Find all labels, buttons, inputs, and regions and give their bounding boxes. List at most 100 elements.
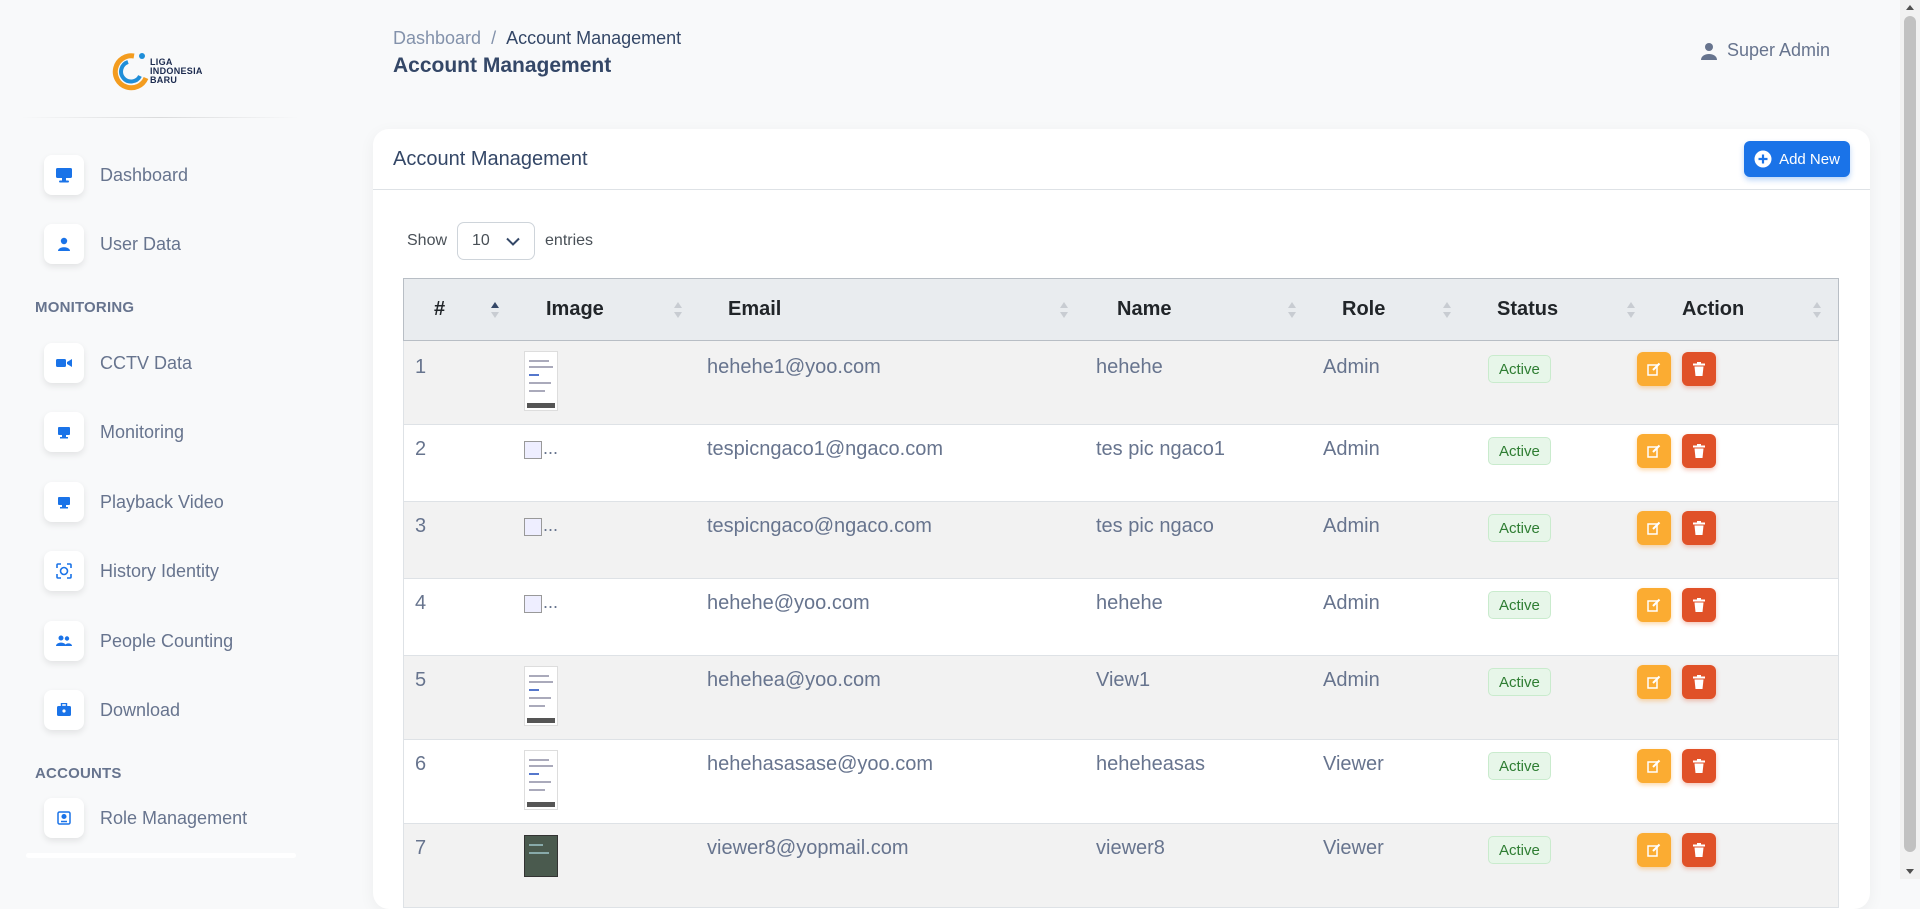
table-header: # Image Email Name Role Status Action (403, 278, 1839, 341)
cell-email: hehehe@yoo.com (707, 592, 870, 614)
accounts-table: # Image Email Name Role Status Action 1 (403, 278, 1839, 908)
sort-icon[interactable] (1626, 299, 1636, 321)
edit-button[interactable] (1637, 749, 1671, 783)
broken-image-icon[interactable]: ... (524, 515, 558, 536)
sort-icon[interactable] (673, 299, 683, 321)
delete-button[interactable] (1682, 511, 1716, 545)
breadcrumb-dashboard-link[interactable]: Dashboard (393, 28, 481, 48)
cell-email: tespicngaco1@ngaco.com (707, 438, 943, 460)
breadcrumb: Dashboard / Account Management (393, 28, 681, 49)
users-icon (44, 621, 84, 661)
add-new-button[interactable]: Add New (1744, 141, 1850, 177)
sidebar-item-history-identity[interactable]: History Identity (44, 550, 219, 592)
edit-icon (1647, 362, 1661, 376)
plus-circle-icon (1754, 150, 1772, 168)
sort-icon[interactable] (1059, 299, 1069, 321)
sidebar-item-label: Download (100, 699, 181, 720)
user-menu[interactable]: Super Admin (1700, 40, 1830, 61)
cell-role: Admin (1323, 515, 1380, 537)
edit-button[interactable] (1637, 511, 1671, 545)
sidebar-item-cctv-data[interactable]: CCTV Data (44, 342, 192, 384)
edit-button[interactable] (1637, 352, 1671, 386)
cell-name: tes pic ngaco (1096, 515, 1214, 537)
delete-button[interactable] (1682, 352, 1716, 386)
column-header-email[interactable]: Email (728, 279, 781, 340)
scroll-up-arrow-icon[interactable] (1906, 5, 1914, 10)
liga-indonesia-baru-logo[interactable]: LIGA INDONESIA BARU (110, 48, 210, 92)
sidebar-item-monitoring[interactable]: Monitoring (44, 411, 184, 453)
edit-button[interactable] (1637, 434, 1671, 468)
column-header-action[interactable]: Action (1682, 279, 1744, 340)
edit-button[interactable] (1637, 588, 1671, 622)
sidebar-item-label: Monitoring (100, 421, 185, 442)
cell-role: Admin (1323, 669, 1380, 691)
entries-length-control: Show 10 entries (407, 222, 593, 260)
broken-image-icon[interactable]: ... (524, 592, 558, 613)
sidebar-item-label: CCTV Data (100, 352, 193, 373)
logo-line3: BARU (150, 75, 178, 85)
entries-select[interactable]: 10 (457, 222, 536, 260)
sidebar-item-label: Dashboard (100, 164, 189, 185)
id-card-icon (44, 798, 84, 838)
column-header-image[interactable]: Image (546, 279, 604, 340)
image-alt-text: ... (543, 515, 559, 535)
sidebar-item-playback-video[interactable]: Playback Video (44, 481, 224, 523)
user-image-thumbnail[interactable] (524, 835, 558, 877)
cell-role: Viewer (1323, 837, 1384, 859)
trash-icon (1693, 759, 1705, 773)
sidebar-scroll-indicator (26, 853, 296, 858)
cell-role: Admin (1323, 356, 1380, 378)
sidebar-item-people-counting[interactable]: People Counting (44, 620, 233, 662)
cell-role: Admin (1323, 592, 1380, 614)
broken-image-icon[interactable]: ... (524, 438, 558, 459)
breadcrumb-separator: / (491, 28, 497, 48)
edit-icon (1647, 759, 1661, 773)
sort-icon[interactable] (1812, 299, 1822, 321)
edit-icon (1647, 675, 1661, 689)
status-badge: Active (1488, 752, 1551, 780)
account-management-card: Account Management Add New Show 10 entri… (373, 129, 1870, 909)
cell-email: hehehea@yoo.com (707, 669, 881, 691)
status-badge: Active (1488, 355, 1551, 383)
cell-email: hehehasasase@yoo.com (707, 753, 933, 775)
column-header-role[interactable]: Role (1342, 279, 1385, 340)
page-scrollbar[interactable] (1900, 0, 1920, 879)
user-icon (1700, 42, 1717, 60)
delete-button[interactable] (1682, 665, 1716, 699)
sidebar: LIGA INDONESIA BARU Dashboard User Data … (0, 0, 370, 879)
column-header-no[interactable]: # (434, 279, 445, 340)
sort-icon[interactable] (1442, 299, 1452, 321)
sidebar-item-user-data[interactable]: User Data (44, 223, 181, 265)
delete-button[interactable] (1682, 588, 1716, 622)
cell-role: Viewer (1323, 753, 1384, 775)
sidebar-item-role-management[interactable]: Role Management (44, 797, 247, 839)
user-image-thumbnail[interactable] (524, 750, 558, 810)
card-divider (373, 189, 1870, 190)
cell-name: View1 (1096, 669, 1151, 691)
user-image-thumbnail[interactable] (524, 666, 558, 726)
sidebar-item-download[interactable]: Download (44, 689, 180, 731)
delete-button[interactable] (1682, 833, 1716, 867)
trash-icon (1693, 362, 1705, 376)
monitor-icon (44, 412, 84, 452)
trash-icon (1693, 444, 1705, 458)
delete-button[interactable] (1682, 434, 1716, 468)
scrollbar-thumb[interactable] (1904, 16, 1916, 852)
sort-ascending-icon[interactable] (490, 299, 500, 321)
edit-button[interactable] (1637, 833, 1671, 867)
cell-name: viewer8 (1096, 837, 1165, 859)
chevron-down-icon (506, 237, 520, 246)
column-header-status[interactable]: Status (1497, 279, 1558, 340)
column-header-name[interactable]: Name (1117, 279, 1171, 340)
entries-label: entries (545, 232, 594, 249)
sort-icon[interactable] (1287, 299, 1297, 321)
user-image-thumbnail[interactable] (524, 351, 558, 411)
sidebar-item-label: Playback Video (100, 491, 224, 512)
scroll-down-arrow-icon[interactable] (1906, 869, 1914, 874)
edit-icon (1647, 521, 1661, 535)
sidebar-item-dashboard[interactable]: Dashboard (44, 154, 188, 196)
delete-button[interactable] (1682, 749, 1716, 783)
cell-no: 5 (415, 669, 427, 691)
edit-button[interactable] (1637, 665, 1671, 699)
cell-email: hehehe1@yoo.com (707, 356, 881, 378)
